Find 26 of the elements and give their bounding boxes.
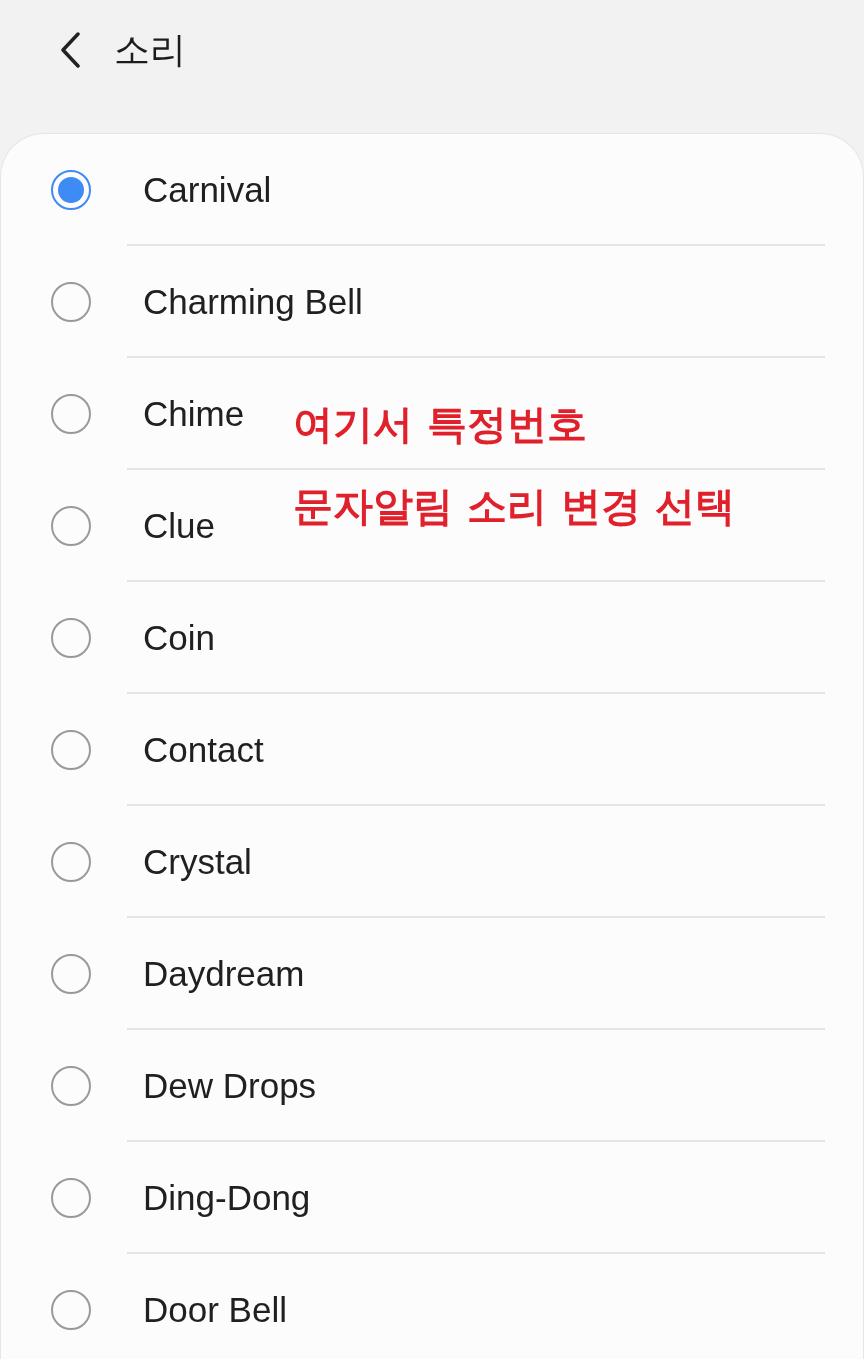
- sound-name: Daydream: [143, 954, 305, 994]
- radio-button[interactable]: [51, 506, 91, 546]
- sound-name: Contact: [143, 730, 264, 770]
- sound-name: Clue: [143, 506, 215, 546]
- sound-name: Coin: [143, 618, 215, 658]
- sound-name: Door Bell: [143, 1290, 287, 1330]
- radio-button[interactable]: [51, 618, 91, 658]
- radio-button[interactable]: [51, 1066, 91, 1106]
- radio-button[interactable]: [51, 1178, 91, 1218]
- sound-name: Chime: [143, 394, 245, 434]
- back-icon: [59, 32, 81, 68]
- sound-name: Charming Bell: [143, 282, 363, 322]
- annotation-text: 여기서 특정번호: [293, 400, 588, 448]
- radio-button[interactable]: [51, 842, 91, 882]
- sound-name: Crystal: [143, 842, 252, 882]
- sound-name: Ding-Dong: [143, 1178, 311, 1218]
- radio-button[interactable]: [51, 282, 91, 322]
- page-title: 소리: [114, 27, 186, 72]
- radio-button[interactable]: [51, 170, 91, 210]
- annotation-text: 문자알림 소리 변경 선택: [293, 482, 735, 530]
- radio-button[interactable]: [51, 730, 91, 770]
- radio-button[interactable]: [51, 394, 91, 434]
- radio-button[interactable]: [51, 954, 91, 994]
- radio-button[interactable]: [51, 1290, 91, 1330]
- sound-name: Dew Drops: [143, 1066, 317, 1106]
- sound-name: Carnival: [143, 170, 272, 210]
